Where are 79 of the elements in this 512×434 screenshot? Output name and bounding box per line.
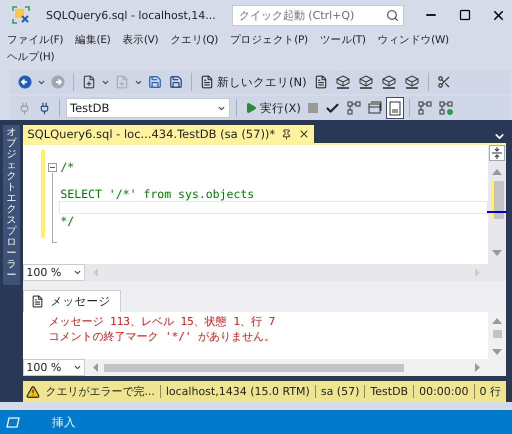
messages-tab[interactable]: メッセージ xyxy=(23,290,122,312)
side-panel-tab[interactable]: オブジェクトエクスプローラー xyxy=(3,125,20,285)
menu-item[interactable]: ファイル(F) xyxy=(4,32,66,49)
app-logo-icon xyxy=(12,6,30,24)
document-tab[interactable]: SQLQuery6.sql - loc...434.TestDB (sa (57))* xyxy=(23,125,314,143)
menu-item[interactable]: プロジェクト(P) xyxy=(227,32,311,49)
document-icon xyxy=(314,75,328,89)
status-text: localhost,1434 (15.0 RTM) xyxy=(160,385,315,398)
split-icon xyxy=(489,145,505,161)
scrollbar-thumb[interactable] xyxy=(104,364,404,372)
cube-icon xyxy=(334,74,351,90)
scroll-right-icon xyxy=(475,363,480,372)
code-line: /* xyxy=(59,160,76,174)
plug-icon xyxy=(18,102,31,114)
diagram-icon xyxy=(418,101,432,115)
new-file-icon xyxy=(82,75,96,89)
maximize-icon xyxy=(458,9,471,21)
diagram-icon xyxy=(346,101,361,115)
check-icon xyxy=(324,100,340,116)
vertical-scrollbar[interactable] xyxy=(488,145,506,264)
menu-item[interactable]: 編集(E) xyxy=(72,32,114,49)
scroll-right-icon xyxy=(475,268,480,277)
pin-icon xyxy=(281,128,292,140)
scroll-down-icon xyxy=(492,349,502,356)
error-message: メッセージ 113、レベル 15、状態 1、行 7 xyxy=(48,314,276,329)
close-icon xyxy=(298,128,310,140)
execute-button[interactable]: 実行(X) xyxy=(243,98,303,118)
cube-icon xyxy=(380,74,397,90)
menu-item[interactable]: ツール(T) xyxy=(316,32,369,49)
scroll-left-icon xyxy=(93,268,98,277)
scrollbar-thumb[interactable] xyxy=(490,181,504,219)
search-icon xyxy=(386,8,399,22)
caret-position-marker xyxy=(487,211,507,213)
zoom-dropdown[interactable]: 100 % xyxy=(23,359,86,376)
diagram-icon xyxy=(438,101,453,115)
quick-launch-field[interactable]: クイック起動 (Ctrl+Q) xyxy=(232,4,404,26)
side-panel-title: オブジェクトエクスプローラー xyxy=(6,127,17,281)
parallelogram-icon xyxy=(6,416,20,428)
outline-bracket xyxy=(52,173,58,243)
scroll-up-icon xyxy=(492,318,502,324)
menu-item[interactable]: ウィンドウ(W) xyxy=(374,32,452,49)
collapse-icon xyxy=(48,163,58,172)
save-icon xyxy=(148,75,162,89)
zoom-dropdown[interactable]: 100 % xyxy=(23,264,86,281)
document-icon xyxy=(31,294,44,308)
menu-item[interactable]: ヘルプ(H) xyxy=(4,49,58,66)
cube-icon xyxy=(404,74,420,90)
window-title: SQLQuery6.sql - localhost,14... xyxy=(46,8,216,22)
play-icon xyxy=(245,102,257,114)
window-icon xyxy=(368,101,382,115)
scissors-icon xyxy=(436,75,451,89)
status-text: クエリがエラーで完... xyxy=(44,384,156,400)
code-line: */ xyxy=(59,214,76,228)
plug-icon xyxy=(38,102,51,114)
scrollbar-thumb[interactable] xyxy=(492,330,502,338)
save-icon xyxy=(169,75,183,89)
error-message: コメントの終了マーク '*/' がありません。 xyxy=(48,328,276,344)
database-dropdown[interactable]: TestDB xyxy=(66,98,230,118)
menu-item[interactable]: 表示(V) xyxy=(119,32,162,49)
calculator-icon xyxy=(388,100,401,116)
status-text: sa (57) xyxy=(314,385,364,398)
new-file-icon xyxy=(115,75,129,89)
code-line: SELECT '/*' from sys.objects xyxy=(59,187,256,200)
stop-icon xyxy=(308,103,318,113)
cube-icon xyxy=(358,74,374,90)
status-text: TestDB xyxy=(364,385,414,398)
scroll-left-icon xyxy=(93,363,98,372)
warning-icon xyxy=(26,384,40,399)
document-tab-title: SQLQuery6.sql - loc...434.TestDB (sa (57))* xyxy=(27,127,276,141)
document-icon xyxy=(200,75,214,89)
scroll-down-icon xyxy=(492,250,502,256)
menu-item[interactable]: クエリ(Q) xyxy=(167,32,222,49)
edit-mode-text: 挿入 xyxy=(52,414,76,430)
scroll-up-icon xyxy=(492,169,502,175)
results-file-button[interactable] xyxy=(386,98,403,118)
status-text: 0 行 xyxy=(474,384,506,400)
new-query-button[interactable]: 新しいクエリ(N) xyxy=(198,72,309,92)
code-editor[interactable]: /* SELECT '/*' from sys.objects */ xyxy=(23,143,506,264)
status-text: 00:00:00 xyxy=(413,385,474,398)
